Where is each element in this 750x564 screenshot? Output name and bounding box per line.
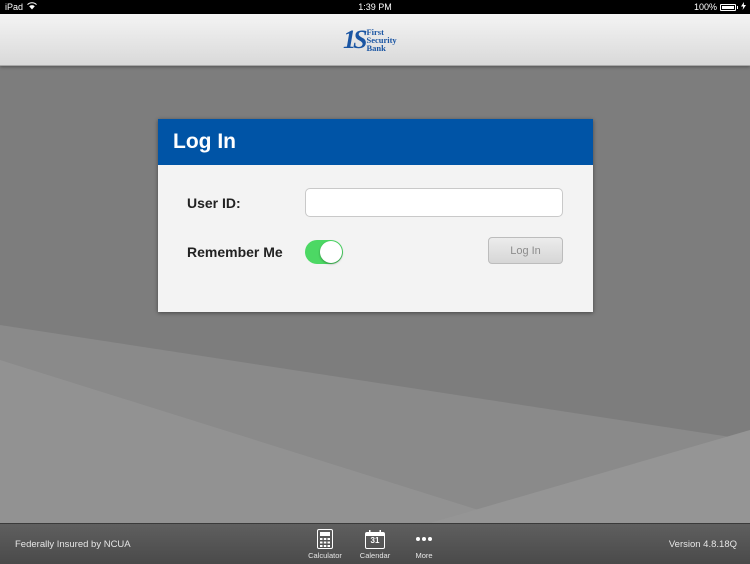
tab-calendar[interactable]: 31 Calendar [351,528,399,560]
calculator-icon [301,528,349,550]
calendar-day: 31 [370,536,380,545]
logo-line-bank: Bank [366,43,386,53]
app-header: 1S First Security Bank [0,14,750,66]
calendar-icon: 31 [351,528,399,550]
tab-calendar-label: Calendar [359,551,391,560]
battery-icon [720,3,736,11]
version-label: Version 4.8.18Q [668,539,737,550]
more-icon [400,528,448,550]
bottom-toolbar: Federally Insured by NCUA Calculator 31 … [0,523,750,564]
tab-more[interactable]: More [400,528,448,560]
toggle-knob [320,241,342,263]
login-card: Log In User ID: Remember Me Log In [158,119,593,312]
login-title: Log In [158,119,593,165]
login-button[interactable]: Log In [488,237,563,264]
insured-notice: Federally Insured by NCUA [15,539,131,550]
tab-more-label: More [415,551,433,560]
charging-icon [741,0,746,14]
remember-me-toggle[interactable] [305,240,343,264]
status-time: 1:39 PM [358,2,392,12]
logo-mark: 1S [343,25,368,54]
status-bar: iPad 1:39 PM 100% [0,0,750,14]
remember-me-label: Remember Me [187,244,283,260]
user-id-label: User ID: [187,195,241,211]
user-id-input[interactable] [305,188,563,217]
battery-percent: 100% [693,2,717,12]
tab-calculator-label: Calculator [308,551,342,560]
bank-logo: 1S First Security Bank [343,27,397,53]
tab-calculator[interactable]: Calculator [301,528,349,560]
